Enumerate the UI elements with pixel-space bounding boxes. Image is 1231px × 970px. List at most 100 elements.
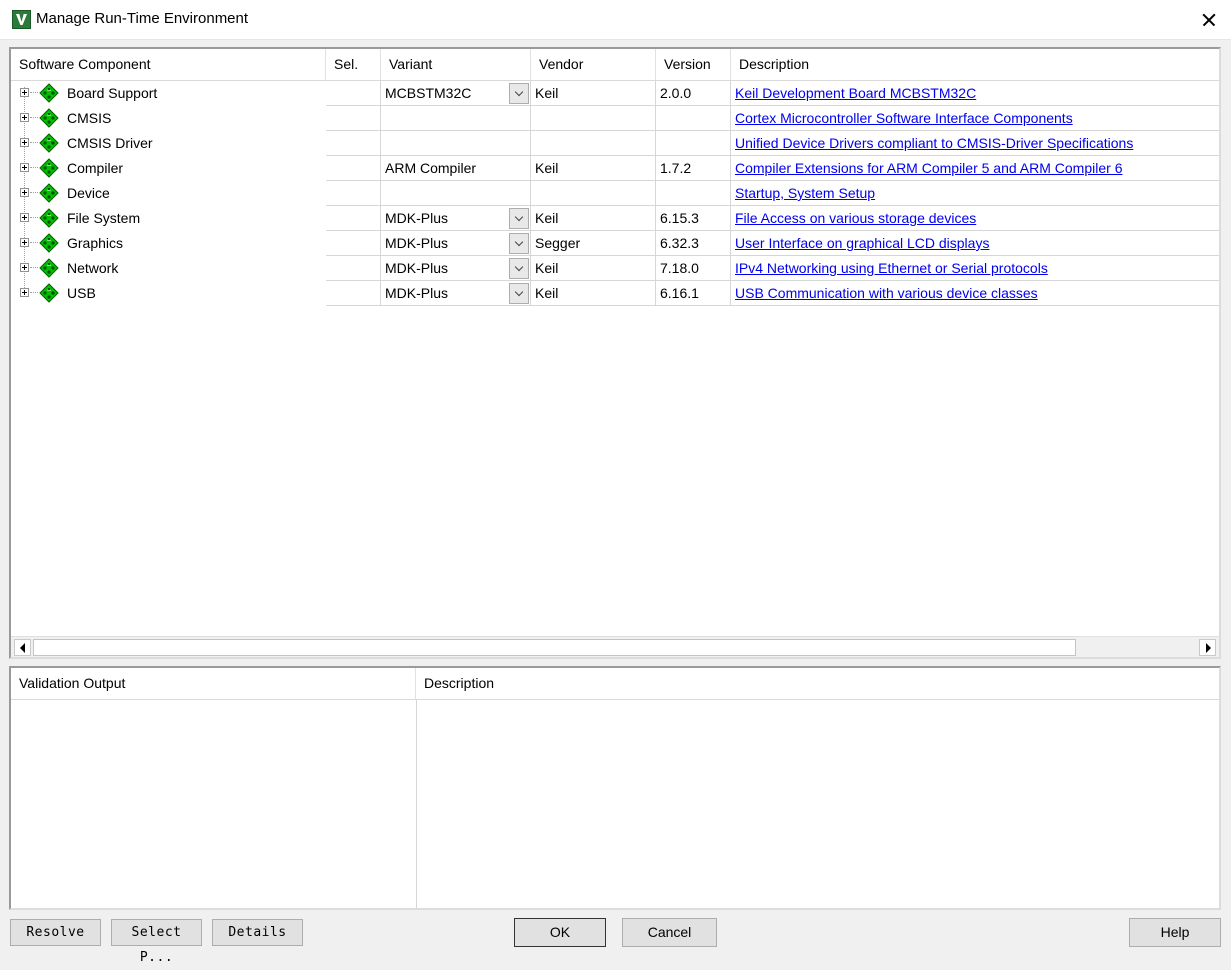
version-cell: 6.32.3 bbox=[656, 231, 731, 256]
description-link[interactable]: Keil Development Board MCBSTM32C bbox=[735, 85, 976, 101]
version-cell: 7.18.0 bbox=[656, 256, 731, 281]
component-row[interactable]: CMSIS bbox=[11, 106, 327, 131]
variant-cell[interactable] bbox=[381, 131, 531, 156]
sel-cell[interactable] bbox=[326, 81, 381, 106]
component-row[interactable]: Network bbox=[11, 256, 327, 281]
header-description[interactable]: Description bbox=[731, 49, 1219, 80]
keil-app-icon bbox=[12, 10, 31, 29]
description-link[interactable]: Unified Device Drivers compliant to CMSI… bbox=[735, 135, 1133, 151]
header-variant[interactable]: Variant bbox=[381, 49, 531, 80]
tree-branch-line bbox=[30, 292, 38, 293]
variant-cell[interactable]: ARM Compiler bbox=[381, 156, 531, 181]
description-link[interactable]: File Access on various storage devices bbox=[735, 210, 976, 226]
version-text: 2.0.0 bbox=[660, 85, 692, 101]
sel-cell[interactable] bbox=[326, 281, 381, 306]
scroll-right-icon[interactable] bbox=[1199, 639, 1216, 656]
version-text: 6.15.3 bbox=[660, 210, 699, 226]
component-gem-icon bbox=[39, 233, 59, 253]
expand-plus-icon[interactable] bbox=[20, 263, 29, 272]
vendor-cell: Keil bbox=[531, 281, 656, 306]
variant-cell[interactable]: MCBSTM32C bbox=[381, 81, 531, 106]
description-cell: User Interface on graphical LCD displays bbox=[731, 231, 1219, 256]
variant-cell[interactable]: MDK-Plus bbox=[381, 256, 531, 281]
expand-plus-icon[interactable] bbox=[20, 288, 29, 297]
sel-cell[interactable] bbox=[326, 256, 381, 281]
close-icon[interactable] bbox=[1185, 0, 1231, 40]
component-gem-icon bbox=[39, 283, 59, 303]
ok-button[interactable]: OK bbox=[514, 918, 606, 947]
tree-branch-line bbox=[30, 217, 38, 218]
component-row[interactable]: CMSIS Driver bbox=[11, 131, 327, 156]
version-text: 7.18.0 bbox=[660, 260, 699, 276]
component-name: Graphics bbox=[67, 235, 124, 251]
sel-cell[interactable] bbox=[326, 156, 381, 181]
component-row[interactable]: Device bbox=[11, 181, 327, 206]
variant-text: MDK-Plus bbox=[385, 285, 449, 301]
select-packs-button[interactable]: Select P... bbox=[111, 919, 202, 965]
description-link[interactable]: Startup, System Setup bbox=[735, 185, 875, 201]
variant-cell[interactable] bbox=[381, 106, 531, 131]
expand-plus-icon[interactable] bbox=[20, 188, 29, 197]
resolve-button[interactable]: Resolve bbox=[10, 919, 101, 946]
component-gem-icon bbox=[39, 208, 59, 228]
header-vendor[interactable]: Vendor bbox=[531, 49, 656, 80]
header-validation-description[interactable]: Description bbox=[416, 668, 1219, 699]
window-title: Manage Run-Time Environment bbox=[36, 10, 249, 27]
component-name: CMSIS bbox=[67, 110, 112, 126]
scroll-left-icon[interactable] bbox=[14, 639, 31, 656]
chevron-down-icon[interactable] bbox=[509, 208, 529, 229]
component-name: USB bbox=[67, 285, 96, 301]
variant-cell[interactable]: MDK-Plus bbox=[381, 231, 531, 256]
description-link[interactable]: User Interface on graphical LCD displays bbox=[735, 235, 989, 251]
variant-cell[interactable]: MDK-Plus bbox=[381, 206, 531, 231]
component-name: File System bbox=[67, 210, 141, 226]
vendor-cell bbox=[531, 181, 656, 206]
header-software-component[interactable]: Software Component bbox=[11, 49, 326, 80]
description-link[interactable]: USB Communication with various device cl… bbox=[735, 285, 1038, 301]
header-validation-output[interactable]: Validation Output bbox=[11, 668, 416, 699]
expand-plus-icon[interactable] bbox=[20, 238, 29, 247]
help-button[interactable]: Help bbox=[1129, 918, 1221, 947]
scroll-thumb[interactable] bbox=[33, 639, 1076, 656]
expand-plus-icon[interactable] bbox=[20, 213, 29, 222]
horizontal-scrollbar[interactable] bbox=[11, 636, 1219, 657]
variant-cell[interactable] bbox=[381, 181, 531, 206]
sel-cell[interactable] bbox=[326, 206, 381, 231]
sel-cell[interactable] bbox=[326, 231, 381, 256]
header-sel[interactable]: Sel. bbox=[326, 49, 381, 80]
component-gem-icon bbox=[39, 108, 59, 128]
vendor-text: Keil bbox=[535, 260, 559, 276]
sel-cell[interactable] bbox=[326, 181, 381, 206]
component-name: Network bbox=[67, 260, 119, 276]
description-link[interactable]: IPv4 Networking using Ethernet or Serial… bbox=[735, 260, 1048, 276]
expand-plus-icon[interactable] bbox=[20, 113, 29, 122]
header-version[interactable]: Version bbox=[656, 49, 731, 80]
chevron-down-icon[interactable] bbox=[509, 233, 529, 254]
chevron-down-icon[interactable] bbox=[509, 258, 529, 279]
version-cell bbox=[656, 131, 731, 156]
component-row[interactable]: Graphics bbox=[11, 231, 327, 256]
sel-cell[interactable] bbox=[326, 131, 381, 156]
component-row[interactable]: Board Support bbox=[11, 81, 327, 106]
chevron-down-icon[interactable] bbox=[509, 83, 529, 104]
description-link[interactable]: Compiler Extensions for ARM Compiler 5 a… bbox=[735, 160, 1122, 176]
expand-plus-icon[interactable] bbox=[20, 138, 29, 147]
chevron-down-icon[interactable] bbox=[509, 283, 529, 304]
component-name: Board Support bbox=[67, 85, 158, 101]
component-row[interactable]: File System bbox=[11, 206, 327, 231]
details-button[interactable]: Details bbox=[212, 919, 303, 946]
component-name: CMSIS Driver bbox=[67, 135, 153, 151]
tree-branch-line bbox=[30, 167, 38, 168]
expand-plus-icon[interactable] bbox=[20, 88, 29, 97]
expand-plus-icon[interactable] bbox=[20, 163, 29, 172]
sel-cell[interactable] bbox=[326, 106, 381, 131]
description-cell: USB Communication with various device cl… bbox=[731, 281, 1219, 306]
component-row[interactable]: USB bbox=[11, 281, 327, 306]
version-cell bbox=[656, 181, 731, 206]
component-row[interactable]: Compiler bbox=[11, 156, 327, 181]
variant-cell[interactable]: MDK-Plus bbox=[381, 281, 531, 306]
description-link[interactable]: Cortex Microcontroller Software Interfac… bbox=[735, 110, 1073, 126]
description-cell: IPv4 Networking using Ethernet or Serial… bbox=[731, 256, 1219, 281]
cancel-button[interactable]: Cancel bbox=[622, 918, 717, 947]
variant-text: ARM Compiler bbox=[385, 160, 477, 176]
